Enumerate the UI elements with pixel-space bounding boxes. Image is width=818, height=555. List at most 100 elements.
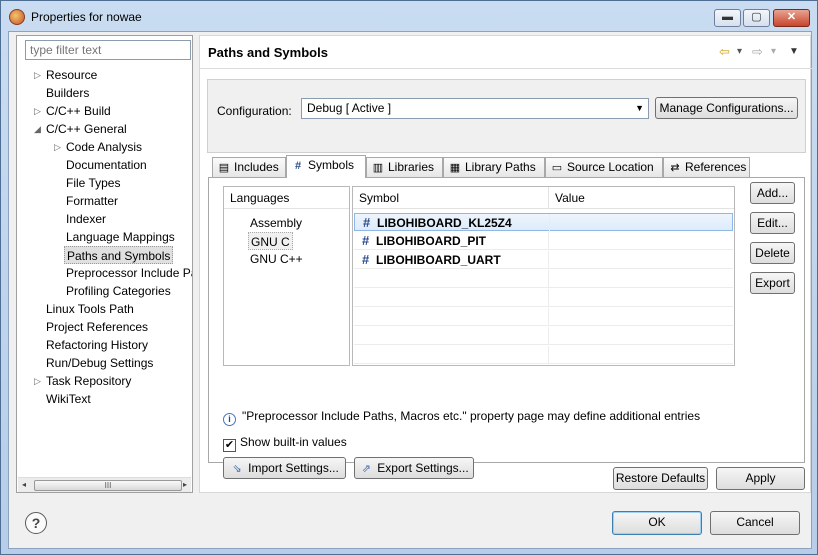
tree-item-profiling-categories[interactable]: Profiling Categories	[66, 282, 171, 300]
expand-arrow-icon[interactable]: ▷	[54, 138, 61, 156]
tree-item-code-analysis[interactable]: ▷ Code Analysis	[54, 138, 142, 156]
table-row[interactable]: # LIBOHIBOARD_KL25Z4	[354, 213, 733, 232]
back-menu-icon[interactable]: ▾	[737, 46, 742, 57]
symbol-column-header[interactable]: Symbol	[353, 187, 548, 209]
tree-item-resource[interactable]: ▷ Resource	[34, 66, 98, 84]
tree-item-formatter[interactable]: Formatter	[66, 192, 118, 210]
info-message: i "Preprocessor Include Paths, Macros etc…	[223, 409, 700, 426]
symbol-name: LIBOHIBOARD_PIT	[376, 234, 487, 248]
configuration-group: Configuration: Debug [ Active ] ▼ Manage…	[207, 79, 806, 153]
forward-arrow-icon[interactable]: ⇨	[752, 44, 763, 60]
symbols-tab-content: Languages Assembly GNU C GNU C++ Symbol …	[208, 177, 805, 479]
expand-arrow-icon[interactable]: ▷	[34, 66, 41, 84]
tree-item-linux-tools-path[interactable]: Linux Tools Path	[46, 300, 134, 318]
tree-item-label: WikiText	[46, 392, 91, 406]
column-divider	[548, 346, 549, 364]
table-row-empty	[354, 346, 733, 364]
tree-item-refactoring-history[interactable]: Refactoring History	[46, 336, 148, 354]
tree-item-run-debug-settings[interactable]: Run/Debug Settings	[46, 354, 153, 372]
tree-item-label: C/C++ Build	[46, 104, 111, 118]
includes-icon: ▤	[218, 162, 230, 174]
edit-button[interactable]: Edit...	[750, 212, 795, 234]
dropdown-arrow-icon[interactable]: ▼	[635, 101, 644, 116]
column-divider	[548, 270, 549, 288]
help-icon[interactable]: ?	[25, 512, 47, 534]
configuration-label: Configuration:	[217, 104, 292, 118]
tree-item-cpp-build[interactable]: ▷ C/C++ Build	[34, 102, 111, 120]
folder-icon: ▭	[551, 162, 563, 174]
tree-item-preprocessor-include[interactable]: Preprocessor Include Pa	[66, 264, 192, 282]
language-item-gnu-c[interactable]: GNU C	[248, 232, 293, 250]
tree-item-label: File Types	[66, 176, 121, 190]
restore-defaults-button[interactable]: Restore Defaults	[613, 467, 708, 490]
export-button[interactable]: Export	[750, 272, 795, 294]
tab-strip: ▤ Includes # Symbols ▥ Libraries ▦ Library P…	[208, 155, 804, 178]
tree-item-task-repository[interactable]: ▷ Task Repository	[34, 372, 131, 390]
symbols-table: Symbol Value # LIBOHIBOARD_KL25Z4 # LIBO…	[352, 186, 735, 366]
tab-symbols[interactable]: # Symbols	[286, 155, 366, 178]
export-settings-button[interactable]: ⇗ Export Settings...	[354, 457, 474, 479]
horizontal-scrollbar[interactable]: ◂ III ▸	[18, 477, 191, 492]
title-bar[interactable]: Properties for nowae ▬ ▢ ✕	[1, 1, 817, 31]
filter-input[interactable]	[25, 40, 191, 60]
column-divider	[548, 232, 549, 250]
tree-item-wikitext[interactable]: WikiText	[46, 390, 91, 408]
column-divider	[549, 214, 550, 232]
tab-includes[interactable]: ▤ Includes	[212, 157, 286, 177]
close-button[interactable]: ✕	[773, 9, 810, 27]
delete-button[interactable]: Delete	[750, 242, 795, 264]
symbol-hash-icon: #	[362, 252, 370, 267]
collapse-arrow-icon[interactable]: ◢	[34, 120, 41, 138]
show-builtin-label: Show built-in values	[240, 435, 347, 449]
configuration-select[interactable]: Debug [ Active ] ▼	[301, 98, 649, 119]
scroll-left-icon[interactable]: ◂	[22, 480, 26, 489]
export-settings-label: Export Settings...	[377, 461, 469, 475]
tab-label: Includes	[234, 160, 279, 174]
cancel-button[interactable]: Cancel	[710, 511, 800, 535]
tree-item-language-mappings[interactable]: Language Mappings	[66, 228, 175, 246]
maximize-button[interactable]: ▢	[743, 9, 770, 27]
scrollbar-thumb[interactable]: III	[34, 480, 182, 491]
tree-item-label: Resource	[46, 68, 98, 82]
navigation-pane: ▷ Resource Builders ▷ C/C++ Build ◢ C/C++ G…	[16, 35, 193, 493]
column-divider	[548, 251, 549, 269]
symbol-hash-icon: #	[363, 215, 371, 230]
tree-item-builders[interactable]: Builders	[46, 84, 89, 102]
tree-item-documentation[interactable]: Documentation	[66, 156, 147, 174]
import-settings-button[interactable]: ⇘ Import Settings...	[223, 457, 346, 479]
add-button[interactable]: Add...	[750, 182, 795, 204]
scroll-right-icon[interactable]: ▸	[183, 480, 187, 489]
tree-item-cpp-general[interactable]: ◢ C/C++ General	[34, 120, 127, 138]
expand-arrow-icon[interactable]: ▷	[34, 102, 41, 120]
checkbox-checked-icon[interactable]: ✔	[223, 439, 236, 452]
tree-item-paths-and-symbols[interactable]: Paths and Symbols	[64, 246, 174, 264]
languages-list: Languages Assembly GNU C GNU C++	[223, 186, 350, 366]
value-column-header[interactable]: Value	[548, 187, 734, 209]
language-item-gnu-cpp[interactable]: GNU C++	[248, 250, 305, 268]
view-menu-icon[interactable]: ▼	[789, 46, 799, 57]
expand-arrow-icon[interactable]: ▷	[34, 372, 41, 390]
tree-item-file-types[interactable]: File Types	[66, 174, 120, 192]
tree-item-indexer[interactable]: Indexer	[66, 210, 106, 228]
column-divider	[548, 289, 549, 307]
tab-source-location[interactable]: ▭ Source Location	[545, 157, 663, 177]
tree-item-project-references[interactable]: Project References	[46, 318, 148, 336]
minimize-button[interactable]: ▬	[714, 9, 741, 27]
table-row[interactable]: # LIBOHIBOARD_PIT	[354, 232, 733, 250]
tab-references[interactable]: ⇄ References	[663, 157, 750, 177]
tab-label: References	[685, 160, 747, 174]
forward-menu-icon[interactable]: ▾	[771, 46, 776, 57]
tab-libraries[interactable]: ▥ Libraries	[366, 157, 443, 177]
apply-button[interactable]: Apply	[716, 467, 805, 490]
ok-button[interactable]: OK	[612, 511, 702, 535]
show-builtin-checkbox[interactable]: ✔ Show built-in values	[223, 435, 347, 452]
dialog-client-area: ▷ Resource Builders ▷ C/C++ Build ◢ C/C++ G…	[8, 31, 812, 549]
manage-configurations-button[interactable]: Manage Configurations...	[655, 97, 798, 119]
table-row[interactable]: # LIBOHIBOARD_UART	[354, 251, 733, 269]
tree-item-label: Project References	[46, 320, 149, 334]
language-item-assembly[interactable]: Assembly	[248, 214, 304, 232]
back-arrow-icon[interactable]: ⇦	[719, 44, 730, 60]
table-row-empty	[354, 308, 733, 326]
tab-library-paths[interactable]: ▦ Library Paths	[443, 157, 545, 177]
tree-item-label: Indexer	[66, 212, 107, 226]
